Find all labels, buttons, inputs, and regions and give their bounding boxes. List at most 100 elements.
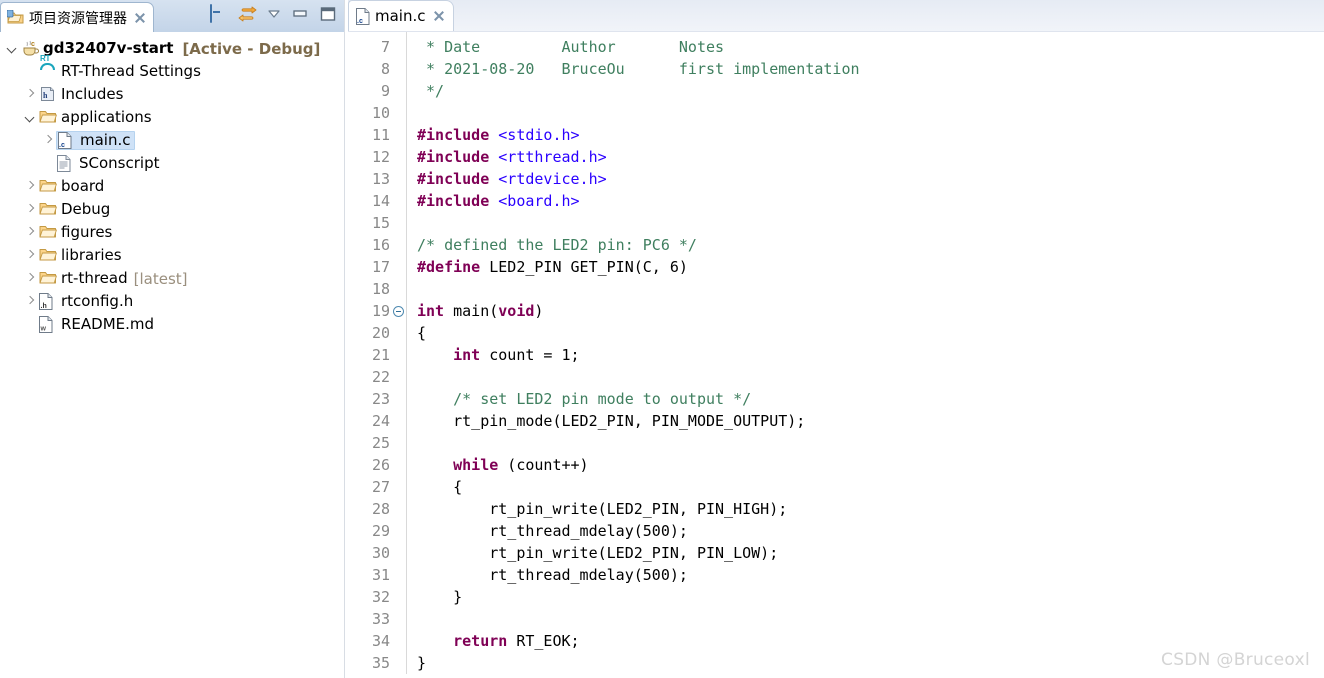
line-number: 19: [348, 300, 404, 322]
maximize-icon[interactable]: [320, 5, 338, 23]
tree-item-wrapper[interactable]: .h rtconfig.h: [39, 293, 133, 310]
code-line[interactable]: * 2021-08-20 BruceOu first implementatio…: [417, 58, 1324, 80]
tree-item-wrapper[interactable]: c gd32407v-start [Active - Debug]: [21, 40, 320, 58]
tree-item-board[interactable]: board: [0, 175, 344, 198]
code-line[interactable]: int count = 1;: [417, 344, 1324, 366]
tree-item-rt-thread-settings[interactable]: RT RT-Thread Settings: [0, 54, 344, 83]
code-line[interactable]: [417, 608, 1324, 630]
explorer-toolbar: [210, 4, 338, 23]
tree-item-debug[interactable]: Debug: [0, 198, 344, 221]
code-line[interactable]: rt_pin_write(LED2_PIN, PIN_LOW);: [417, 542, 1324, 564]
chevron-right-icon[interactable]: [22, 87, 38, 103]
tree-item-rtconfig-h[interactable]: .h rtconfig.h: [0, 290, 344, 313]
line-number-text: 26: [371, 456, 390, 474]
code-line[interactable]: [417, 366, 1324, 388]
chevron-right-icon[interactable]: [22, 271, 38, 287]
line-number: 24: [348, 410, 394, 432]
chevron-right-icon[interactable]: [22, 179, 38, 195]
line-number-text: 11: [371, 126, 390, 144]
tree-item-label: libraries: [61, 246, 122, 264]
tree-item-wrapper[interactable]: SConscript: [57, 155, 159, 172]
tree-item-wrapper[interactable]: board: [39, 178, 104, 195]
code-line[interactable]: int main(void): [417, 300, 1324, 322]
link-with-editor-icon[interactable]: [238, 5, 257, 23]
tab-project-explorer[interactable]: 项目资源管理器: [0, 2, 154, 32]
tree-item-gd32407v-start[interactable]: c gd32407v-start [Active - Debug]: [0, 37, 344, 60]
chevron-right-icon[interactable]: [22, 248, 38, 264]
chevron-right-icon[interactable]: [40, 133, 56, 149]
tree-item-main-c[interactable]: .c main.c: [0, 129, 344, 152]
tree-item-wrapper[interactable]: h Includes: [39, 86, 123, 103]
code-token-pl: rt_pin_write(LED2_PIN, PIN_HIGH);: [417, 500, 788, 518]
code-token-pp: #define: [417, 258, 481, 276]
project-tree[interactable]: c gd32407v-start [Active - Debug] RT RT-Thre…: [0, 32, 344, 336]
tree-item-figures[interactable]: figures: [0, 221, 344, 244]
code-line[interactable]: /* defined the LED2 pin: PC6 */: [417, 234, 1324, 256]
tree-item-wrapper[interactable]: libraries: [39, 247, 122, 264]
tree-item-libraries[interactable]: libraries: [0, 244, 344, 267]
tree-item-wrapper[interactable]: rt-thread [latest]: [39, 270, 188, 288]
tree-item-readme-md[interactable]: w README.md: [0, 313, 344, 336]
code-line[interactable]: #include <rtdevice.h>: [417, 168, 1324, 190]
code-line[interactable]: #define LED2_PIN GET_PIN(C, 6): [417, 256, 1324, 278]
chevron-right-icon[interactable]: [22, 225, 38, 241]
chevron-right-icon[interactable]: [22, 202, 38, 218]
tree-item-wrapper[interactable]: w README.md: [39, 316, 154, 333]
code-line[interactable]: while (count++): [417, 454, 1324, 476]
line-number-text: 30: [371, 544, 390, 562]
tree-item-wrapper[interactable]: applications: [39, 109, 152, 126]
code-line[interactable]: */: [417, 80, 1324, 102]
close-icon[interactable]: [433, 10, 445, 22]
folder-icon: [39, 201, 57, 218]
line-number: 28: [348, 498, 394, 520]
line-number: 15: [348, 212, 394, 234]
collapse-all-icon[interactable]: [210, 4, 228, 23]
code-line[interactable]: {: [417, 322, 1324, 344]
tree-item-wrapper[interactable]: RT RT-Thread Settings: [39, 54, 201, 80]
source-code[interactable]: * Date Author Notes * 2021-08-20 BruceOu…: [407, 32, 1324, 674]
code-line[interactable]: rt_pin_mode(LED2_PIN, PIN_MODE_OUTPUT);: [417, 410, 1324, 432]
code-line[interactable]: * Date Author Notes: [417, 36, 1324, 58]
line-number: 30: [348, 542, 394, 564]
tree-item-wrapper[interactable]: figures: [39, 224, 112, 241]
fold-collapse-icon[interactable]: [393, 306, 404, 317]
tree-item-applications[interactable]: applications: [0, 106, 344, 129]
chevron-down-icon[interactable]: [4, 41, 20, 57]
tree-item-sconscript[interactable]: SConscript: [0, 152, 344, 175]
code-line[interactable]: [417, 212, 1324, 234]
code-line[interactable]: #include <rtthread.h>: [417, 146, 1324, 168]
code-line[interactable]: rt_thread_mdelay(500);: [417, 564, 1324, 586]
close-icon[interactable]: [134, 12, 146, 24]
code-line[interactable]: }: [417, 586, 1324, 608]
tree-item-includes[interactable]: h Includes: [0, 83, 344, 106]
code-line[interactable]: [417, 278, 1324, 300]
code-line[interactable]: return RT_EOK;: [417, 630, 1324, 652]
c-project-icon: c: [21, 40, 39, 57]
tree-item-rt-thread[interactable]: rt-thread [latest]: [0, 267, 344, 290]
code-editor[interactable]: 7 8 9 10 11 12 13 14 15 16 17 18 19 20 21 22 23 24 25 26 27 2…: [348, 32, 1324, 678]
chevron-right-icon[interactable]: [22, 294, 38, 310]
tree-item-wrapper[interactable]: Debug: [39, 201, 110, 218]
code-line[interactable]: #include <board.h>: [417, 190, 1324, 212]
minimize-icon[interactable]: [292, 5, 310, 23]
line-number-text: 34: [371, 632, 390, 650]
code-token-pl: {: [417, 478, 463, 496]
code-line[interactable]: [417, 432, 1324, 454]
code-line[interactable]: {: [417, 476, 1324, 498]
watermark: CSDN @Bruceoxl: [1161, 650, 1310, 670]
chevron-down-icon[interactable]: [22, 110, 38, 126]
code-line[interactable]: /* set LED2 pin mode to output */: [417, 388, 1324, 410]
code-line[interactable]: rt_thread_mdelay(500);: [417, 520, 1324, 542]
tree-item-label: board: [61, 177, 105, 195]
code-token-inc: <rtthread.h>: [498, 148, 607, 166]
code-line[interactable]: rt_pin_write(LED2_PIN, PIN_HIGH);: [417, 498, 1324, 520]
c-file-icon: .c: [58, 132, 75, 149]
view-menu-icon[interactable]: [266, 5, 282, 23]
code-line[interactable]: [417, 102, 1324, 124]
tree-item-selected-wrapper[interactable]: .c main.c: [56, 131, 135, 150]
line-number: 31: [348, 564, 394, 586]
code-line[interactable]: #include <stdio.h>: [417, 124, 1324, 146]
tab-main-c[interactable]: .c main.c: [348, 0, 454, 31]
line-number-text: 19: [371, 302, 390, 320]
